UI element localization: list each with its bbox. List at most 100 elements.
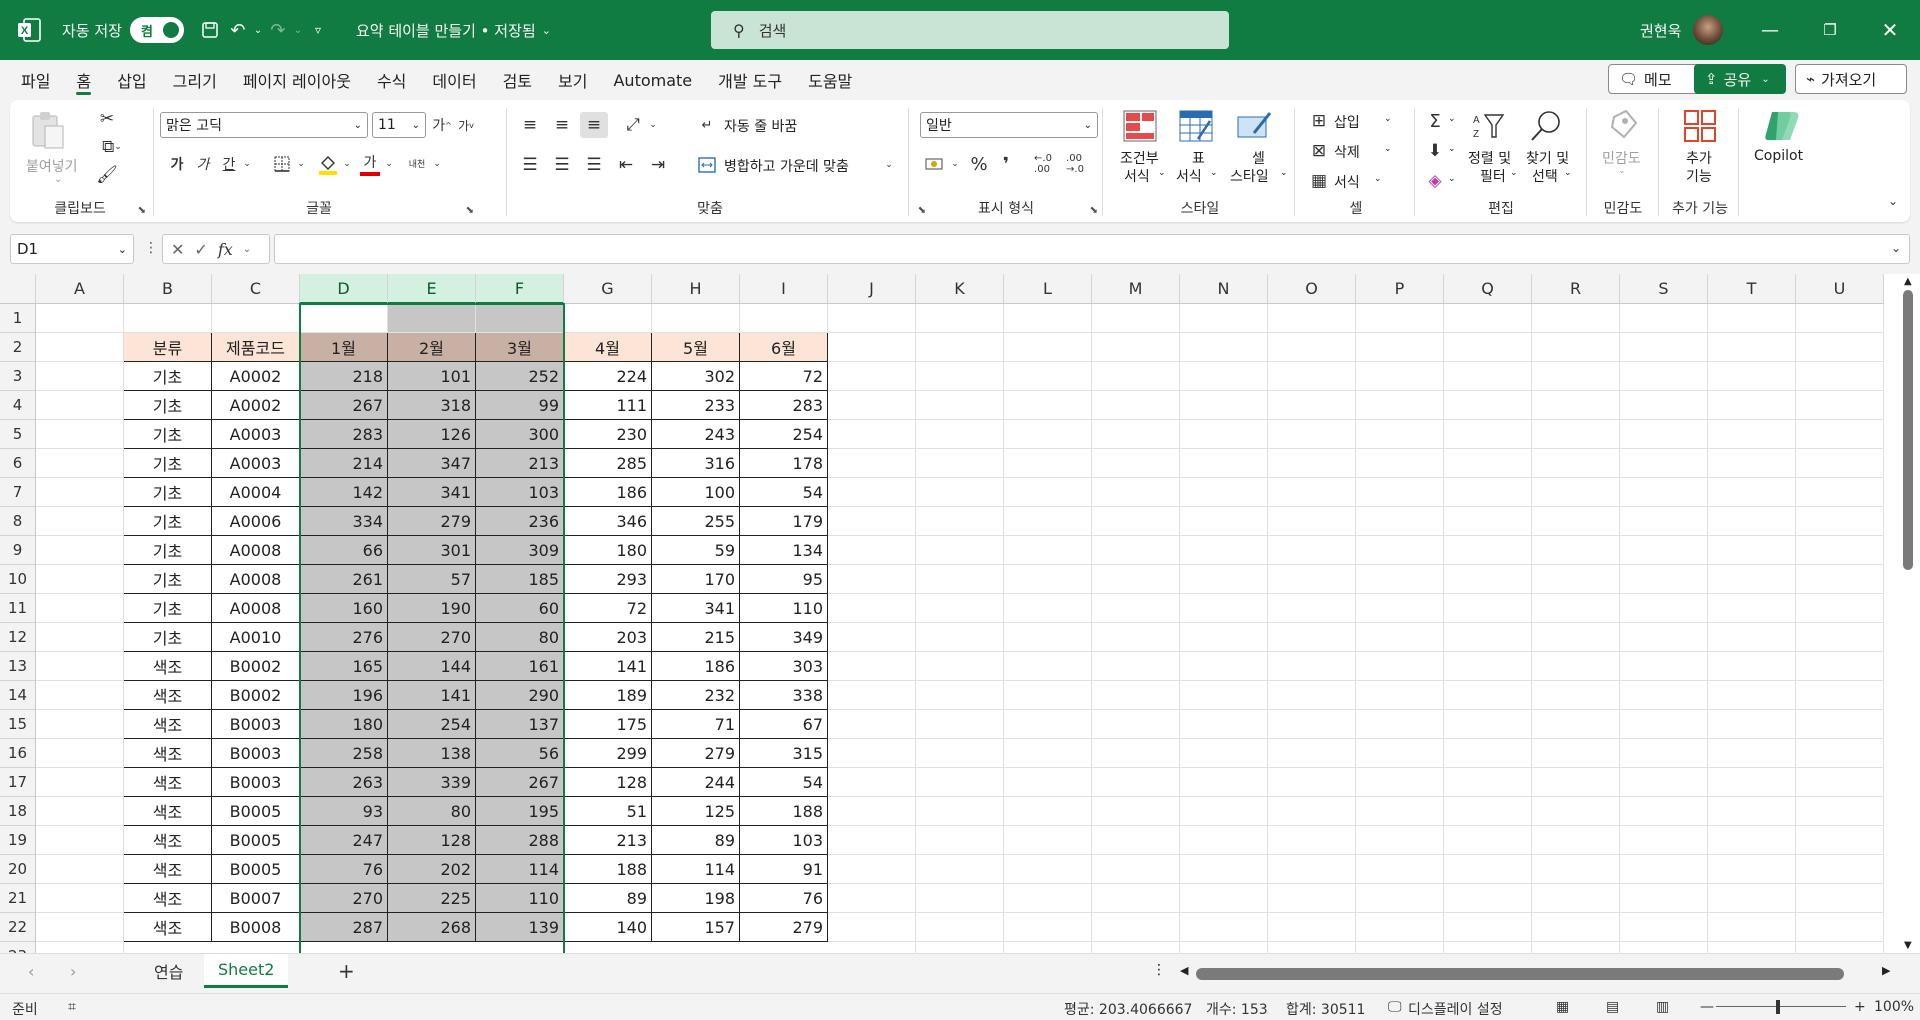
cell[interactable] [1444,565,1532,594]
row-header-4[interactable]: 4 [0,391,36,420]
table-value-cell[interactable]: 51 [564,797,652,826]
fill-down-icon[interactable]: ⬇ [1424,140,1446,162]
table-value-cell[interactable]: 188 [740,797,828,826]
table-label-cell[interactable]: B0005 [212,826,300,855]
cell[interactable] [1180,391,1268,420]
cell[interactable] [1708,884,1796,913]
cell[interactable] [1620,333,1708,362]
sheet-options-icon[interactable]: ⋮ [1152,962,1166,978]
cell[interactable] [1708,536,1796,565]
cell[interactable] [828,420,916,449]
cell[interactable] [1004,681,1092,710]
cell[interactable] [1092,420,1180,449]
cell[interactable] [1004,478,1092,507]
cell[interactable] [1444,826,1532,855]
cell[interactable] [36,536,124,565]
row-header-7[interactable]: 7 [0,478,36,507]
table-value-cell[interactable]: 186 [652,652,740,681]
table-value-cell[interactable]: 189 [564,681,652,710]
cell[interactable] [1268,652,1356,681]
table-value-cell[interactable]: 213 [564,826,652,855]
cancel-icon[interactable]: ✕ [171,240,184,259]
table-value-cell[interactable]: 160 [300,594,388,623]
table-label-cell[interactable]: 색조 [124,797,212,826]
cell[interactable] [1004,536,1092,565]
table-value-cell[interactable]: 57 [388,565,476,594]
table-value-cell[interactable]: 255 [652,507,740,536]
cell[interactable] [1620,304,1708,333]
cell[interactable] [1092,768,1180,797]
zoom-out-icon[interactable]: — [1700,999,1714,1015]
fx-dropdown-icon[interactable]: ⌄ [243,244,251,255]
cell[interactable] [1268,362,1356,391]
cell[interactable] [916,797,1004,826]
table-value-cell[interactable]: 232 [652,681,740,710]
cell[interactable] [1004,855,1092,884]
paste-icon[interactable] [26,108,70,152]
column-header-d[interactable]: D [300,274,388,304]
accounting-format-icon[interactable] [922,152,948,176]
tab-view[interactable]: 보기 [545,60,600,100]
cell-styles-label2[interactable]: 스타일 [1230,166,1269,186]
select-all-corner[interactable] [0,274,36,304]
table-value-cell[interactable]: 110 [476,884,564,913]
table-value-cell[interactable]: 161 [476,652,564,681]
table-value-cell[interactable]: 198 [652,884,740,913]
status-count[interactable]: 개수: 153 [1206,999,1268,1019]
cell[interactable] [1444,420,1532,449]
cell[interactable] [1004,884,1092,913]
cell[interactable] [1708,797,1796,826]
tab-developer[interactable]: 개발 도구 [705,60,795,100]
cell[interactable] [916,362,1004,391]
increase-font-icon[interactable]: 가 ^ [430,112,454,138]
cell-styles-label[interactable]: 셀 [1252,148,1265,168]
table-value-cell[interactable]: 214 [300,449,388,478]
cell[interactable] [1532,304,1620,333]
table-label-cell[interactable]: B0003 [212,768,300,797]
table-label-cell[interactable]: A0010 [212,623,300,652]
column-header-b[interactable]: B [124,274,212,304]
table-value-cell[interactable]: 76 [740,884,828,913]
cell[interactable] [36,826,124,855]
cell[interactable] [1708,855,1796,884]
cell[interactable] [1620,594,1708,623]
cell[interactable] [828,362,916,391]
accessibility-icon[interactable]: ⌗ [68,999,76,1015]
table-label-cell[interactable]: 색조 [124,739,212,768]
cell[interactable] [828,942,916,953]
table-value-cell[interactable]: 301 [388,536,476,565]
cell[interactable] [212,304,300,333]
cell-styles-dropdown-icon[interactable]: ⌄ [1280,168,1288,178]
cell[interactable] [1532,391,1620,420]
cell[interactable] [1532,942,1620,953]
table-value-cell[interactable]: 89 [652,826,740,855]
cell[interactable] [1708,304,1796,333]
table-header-cell[interactable]: 4월 [564,333,652,362]
scroll-up-icon[interactable]: ▲ [1904,276,1912,287]
table-label-cell[interactable]: 기초 [124,478,212,507]
table-value-cell[interactable]: 316 [652,449,740,478]
align-bottom-icon[interactable]: ≡ [580,112,608,138]
table-value-cell[interactable]: 243 [652,420,740,449]
cell[interactable] [1620,478,1708,507]
horizontal-scroll-thumb[interactable] [1196,968,1844,980]
delete-dropdown-icon[interactable]: ⌄ [1384,144,1392,154]
name-box[interactable]: D1 ⌄ [10,234,134,264]
display-settings[interactable]: 디스플레이 설정 [1408,999,1503,1019]
table-value-cell[interactable]: 99 [476,391,564,420]
tab-draw[interactable]: 그리기 [160,60,230,100]
cell[interactable] [1356,478,1444,507]
cell[interactable] [388,304,476,333]
cell[interactable] [1444,710,1532,739]
table-value-cell[interactable]: 128 [564,768,652,797]
tab-review[interactable]: 검토 [490,60,545,100]
cell[interactable] [1620,681,1708,710]
cell[interactable] [1092,739,1180,768]
cell[interactable] [1268,797,1356,826]
underline-button[interactable]: 간 [218,152,240,176]
cell[interactable] [1356,942,1444,953]
table-value-cell[interactable]: 175 [564,710,652,739]
cell[interactable] [1268,623,1356,652]
table-value-cell[interactable]: 128 [388,826,476,855]
cell[interactable] [1268,333,1356,362]
